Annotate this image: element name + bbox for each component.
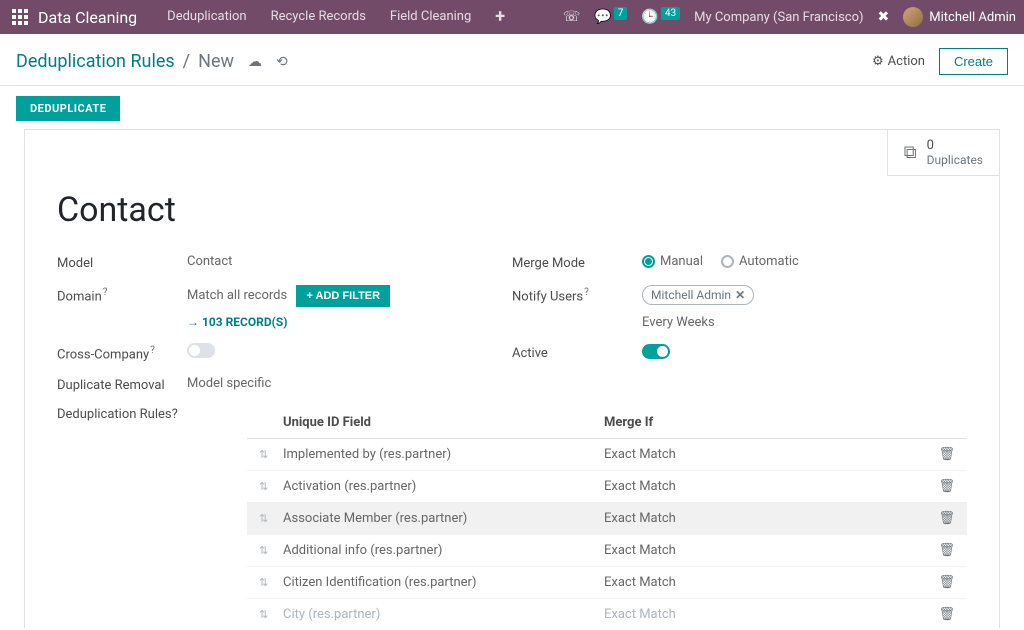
rule-field-cell[interactable]: Implemented by (res.partner) bbox=[283, 447, 604, 462]
table-row[interactable]: ⇅Implemented by (res.partner)Exact Match… bbox=[247, 439, 967, 471]
rule-merge-cell[interactable]: Exact Match bbox=[604, 447, 925, 462]
rule-field-cell[interactable]: Citizen Identification (res.partner) bbox=[283, 575, 604, 590]
breadcrumb-root[interactable]: Deduplication Rules bbox=[16, 51, 175, 72]
cross-company-label: Cross-Company? bbox=[57, 343, 187, 362]
duplicate-removal-value[interactable]: Model specific bbox=[187, 376, 512, 391]
rule-merge-cell[interactable]: Exact Match bbox=[604, 479, 925, 494]
rule-merge-cell[interactable]: Exact Match bbox=[604, 575, 925, 590]
table-row[interactable]: ⇅City (res.partner)Exact Match🗑 bbox=[247, 599, 967, 628]
gear-icon: ⚙ bbox=[872, 54, 884, 69]
action-dropdown[interactable]: ⚙Action bbox=[872, 54, 925, 69]
remove-tag-icon[interactable]: ✕ bbox=[735, 288, 745, 302]
merge-mode-manual-radio[interactable]: Manual bbox=[642, 254, 703, 269]
nav-field-cleaning[interactable]: Field Cleaning bbox=[378, 0, 483, 34]
delete-row-icon[interactable]: 🗑 bbox=[925, 543, 955, 558]
model-label: Model bbox=[57, 254, 187, 271]
drag-handle-icon[interactable]: ⇅ bbox=[259, 512, 283, 525]
notify-users-label: Notify Users? bbox=[512, 285, 642, 304]
debug-icon[interactable]: ✖ bbox=[878, 9, 890, 25]
deduplicate-button[interactable]: DEDUPLICATE bbox=[16, 96, 120, 121]
table-row[interactable]: ⇅Additional info (res.partner)Exact Matc… bbox=[247, 535, 967, 567]
drag-handle-icon[interactable]: ⇅ bbox=[259, 448, 283, 461]
table-row[interactable]: ⇅Citizen Identification (res.partner)Exa… bbox=[247, 567, 967, 599]
drag-handle-icon[interactable]: ⇅ bbox=[259, 608, 283, 621]
rule-field-cell[interactable]: City (res.partner) bbox=[283, 607, 604, 622]
domain-text: Match all records bbox=[187, 288, 287, 303]
rule-merge-cell[interactable]: Exact Match bbox=[604, 543, 925, 558]
rule-merge-cell[interactable]: Exact Match bbox=[604, 607, 925, 622]
active-toggle[interactable] bbox=[642, 344, 670, 359]
delete-row-icon[interactable]: 🗑 bbox=[925, 479, 955, 494]
help-icon[interactable]: ? bbox=[584, 287, 589, 298]
radio-checked-icon bbox=[642, 255, 655, 268]
merge-mode-label: Merge Mode bbox=[512, 254, 642, 271]
rules-table: Unique ID Field Merge If ⇅Implemented by… bbox=[247, 407, 967, 628]
cross-company-toggle[interactable] bbox=[187, 343, 215, 358]
help-icon[interactable]: ? bbox=[103, 287, 108, 298]
drag-handle-icon[interactable]: ⇅ bbox=[259, 480, 283, 493]
rule-merge-cell[interactable]: Exact Match bbox=[604, 511, 925, 526]
navbar: Data Cleaning Deduplication Recycle Reco… bbox=[0, 0, 1024, 34]
table-row[interactable]: ⇅Associate Member (res.partner)Exact Mat… bbox=[247, 503, 967, 535]
main-content: DEDUPLICATE ⧉ 0Duplicates Contact Model … bbox=[0, 86, 1024, 628]
control-panel: Deduplication Rules / New ☁ ⟲ ⚙Action Cr… bbox=[0, 34, 1024, 86]
breadcrumb-current: New bbox=[198, 51, 234, 72]
activities-badge: 43 bbox=[661, 7, 680, 20]
user-menu[interactable]: Mitchell Admin bbox=[903, 7, 1016, 27]
delete-row-icon[interactable]: 🗑 bbox=[925, 511, 955, 526]
merge-mode-automatic-radio[interactable]: Automatic bbox=[721, 254, 799, 269]
delete-row-icon[interactable]: 🗑 bbox=[925, 447, 955, 462]
app-brand[interactable]: Data Cleaning bbox=[38, 8, 137, 27]
active-label: Active bbox=[512, 344, 642, 361]
discard-icon[interactable]: ⟲ bbox=[276, 54, 288, 70]
notify-user-tag[interactable]: Mitchell Admin✕ bbox=[642, 285, 754, 305]
cloud-save-icon[interactable]: ☁ bbox=[248, 54, 262, 70]
stat-count: 0 bbox=[927, 138, 983, 153]
rule-field-cell[interactable]: Additional info (res.partner) bbox=[283, 543, 604, 558]
records-count-link[interactable]: 103 RECORD(S) bbox=[187, 315, 512, 329]
avatar-icon bbox=[903, 7, 923, 27]
messages-badge: 7 bbox=[614, 7, 628, 20]
col-header-field[interactable]: Unique ID Field bbox=[283, 415, 604, 430]
help-icon[interactable]: ? bbox=[172, 407, 178, 422]
nav-deduplication[interactable]: Deduplication bbox=[155, 0, 258, 34]
create-button[interactable]: Create bbox=[939, 48, 1008, 75]
delete-row-icon[interactable]: 🗑 bbox=[925, 607, 955, 622]
col-header-merge[interactable]: Merge If bbox=[604, 415, 925, 430]
delete-row-icon[interactable]: 🗑 bbox=[925, 575, 955, 590]
copy-icon: ⧉ bbox=[904, 142, 917, 163]
form-sheet: ⧉ 0Duplicates Contact Model Contact Doma… bbox=[24, 129, 1000, 628]
apps-menu-icon[interactable] bbox=[12, 9, 28, 25]
dedup-rules-label: Deduplication Rules? bbox=[57, 407, 247, 422]
drag-handle-icon[interactable]: ⇅ bbox=[259, 544, 283, 557]
record-title[interactable]: Contact bbox=[57, 190, 967, 230]
duplicates-stat-button[interactable]: ⧉ 0Duplicates bbox=[887, 129, 1000, 176]
breadcrumb: Deduplication Rules / New ☁ ⟲ bbox=[16, 51, 288, 72]
company-selector[interactable]: My Company (San Francisco) bbox=[694, 10, 863, 25]
activities-icon[interactable]: 🕒43 bbox=[641, 9, 680, 25]
notify-frequency[interactable]: Every Weeks bbox=[642, 315, 967, 330]
duplicate-removal-label: Duplicate Removal bbox=[57, 376, 187, 393]
domain-label: Domain? bbox=[57, 285, 187, 304]
table-row[interactable]: ⇅Activation (res.partner)Exact Match🗑 bbox=[247, 471, 967, 503]
nav-add-icon[interactable]: + bbox=[483, 0, 517, 34]
support-icon[interactable]: ☏ bbox=[563, 9, 581, 25]
model-value[interactable]: Contact bbox=[187, 254, 512, 269]
help-icon[interactable]: ? bbox=[150, 345, 155, 356]
breadcrumb-separator: / bbox=[183, 51, 190, 72]
nav-recycle-records[interactable]: Recycle Records bbox=[259, 0, 378, 34]
rule-field-cell[interactable]: Associate Member (res.partner) bbox=[283, 511, 604, 526]
drag-handle-icon[interactable]: ⇅ bbox=[259, 576, 283, 589]
rule-field-cell[interactable]: Activation (res.partner) bbox=[283, 479, 604, 494]
stat-label: Duplicates bbox=[927, 153, 983, 167]
add-filter-button[interactable]: + ADD FILTER bbox=[296, 285, 390, 307]
messages-icon[interactable]: 💬7 bbox=[594, 9, 627, 25]
radio-unchecked-icon bbox=[721, 255, 734, 268]
